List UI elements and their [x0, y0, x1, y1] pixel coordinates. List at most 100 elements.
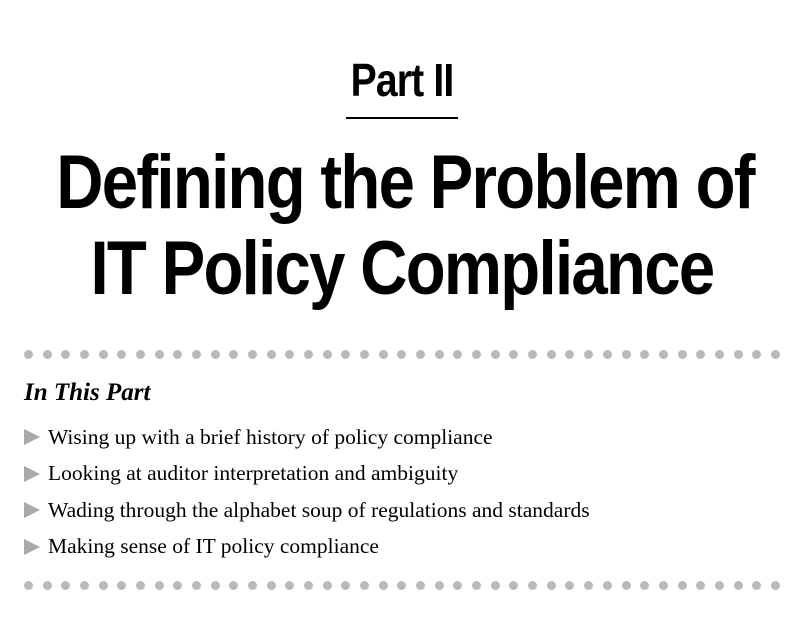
triangle-right-icon — [24, 538, 40, 555]
divider-dot — [528, 349, 538, 359]
divider-dot — [229, 349, 239, 359]
divider-dot — [621, 349, 631, 359]
divider-dot — [509, 349, 519, 359]
divider-dot — [248, 349, 258, 359]
title-line-2: IT Policy Compliance — [90, 226, 715, 311]
divider-dot — [42, 349, 52, 359]
divider-dot — [602, 349, 612, 359]
divider-dot — [136, 349, 146, 359]
divider-dot — [696, 349, 706, 359]
divider-dot — [714, 349, 724, 359]
divider-dot — [565, 349, 575, 359]
divider-dot — [584, 580, 594, 590]
divider-dot — [24, 349, 33, 359]
divider-dot — [677, 580, 687, 590]
divider-dot — [61, 580, 71, 590]
dotted-divider-bottom — [24, 580, 780, 590]
list-item-text: Wising up with a brief history of policy… — [48, 424, 493, 449]
divider-dot — [546, 349, 556, 359]
divider-dot — [378, 349, 388, 359]
part-label: Part II — [350, 54, 455, 106]
divider-dot — [117, 349, 127, 359]
list-item-text: Making sense of IT policy compliance — [48, 534, 379, 559]
divider-dot — [322, 349, 332, 359]
divider-dot — [714, 580, 724, 590]
in-this-part-list: Wising up with a brief history of policy… — [24, 419, 590, 565]
divider-dot — [61, 349, 71, 359]
divider-dot — [42, 580, 52, 590]
divider-dot — [528, 580, 538, 590]
divider-dot — [341, 349, 351, 359]
divider-dot — [416, 580, 426, 590]
list-item-text: Looking at auditor interpretation and am… — [48, 461, 459, 486]
divider-dot — [472, 580, 482, 590]
divider-dot — [397, 349, 407, 359]
divider-dot — [285, 349, 295, 359]
divider-dot — [733, 580, 743, 590]
divider-dot — [322, 580, 332, 590]
divider-dot — [658, 349, 668, 359]
divider-dot — [677, 349, 687, 359]
divider-dot — [173, 580, 183, 590]
triangle-right-icon — [24, 429, 40, 446]
divider-dot — [490, 349, 500, 359]
divider-dot — [472, 349, 482, 359]
page-title: Defining the Problem of IT Policy Compli… — [56, 140, 755, 312]
list-item-text: Wading through the alphabet soup of regu… — [48, 497, 590, 522]
divider-dot — [453, 349, 463, 359]
dotted-divider-top — [24, 349, 780, 359]
title-line-1: Defining the Problem of — [56, 140, 755, 225]
divider-dot — [154, 349, 164, 359]
divider-dot — [733, 349, 743, 359]
divider-dot — [752, 349, 762, 359]
divider-dot — [192, 580, 202, 590]
divider-dot — [98, 580, 108, 590]
divider-dot — [210, 580, 220, 590]
divider-dot — [752, 580, 762, 590]
divider-dot — [24, 580, 33, 590]
divider-dot — [434, 349, 444, 359]
divider-dot — [117, 580, 127, 590]
list-item: Looking at auditor interpretation and am… — [24, 456, 590, 493]
divider-dot — [584, 349, 594, 359]
divider-dot — [490, 580, 500, 590]
divider-dot — [341, 580, 351, 590]
part-underline — [346, 117, 458, 119]
divider-dot — [640, 349, 650, 359]
list-item: Wading through the alphabet soup of regu… — [24, 492, 590, 529]
divider-dot — [378, 580, 388, 590]
divider-dot — [154, 580, 164, 590]
divider-dot — [770, 580, 780, 590]
divider-dot — [397, 580, 407, 590]
divider-dot — [640, 580, 650, 590]
triangle-right-icon — [24, 502, 40, 519]
divider-dot — [360, 349, 370, 359]
divider-dot — [453, 580, 463, 590]
divider-dot — [266, 349, 276, 359]
divider-dot — [304, 580, 314, 590]
divider-dot — [210, 349, 220, 359]
divider-dot — [509, 580, 519, 590]
divider-dot — [285, 580, 295, 590]
divider-dot — [136, 580, 146, 590]
divider-dot — [80, 580, 90, 590]
triangle-right-icon — [24, 465, 40, 482]
divider-dot — [266, 580, 276, 590]
divider-dot — [621, 580, 631, 590]
divider-dot — [360, 580, 370, 590]
section-heading: In This Part — [24, 379, 151, 406]
divider-dot — [546, 580, 556, 590]
divider-dot — [173, 349, 183, 359]
divider-dot — [565, 580, 575, 590]
divider-dot — [248, 580, 258, 590]
divider-dot — [696, 580, 706, 590]
divider-dot — [98, 349, 108, 359]
divider-dot — [770, 349, 780, 359]
divider-dot — [416, 349, 426, 359]
divider-dot — [80, 349, 90, 359]
divider-dot — [304, 349, 314, 359]
divider-dot — [192, 349, 202, 359]
divider-dot — [229, 580, 239, 590]
divider-dot — [658, 580, 668, 590]
divider-dot — [434, 580, 444, 590]
